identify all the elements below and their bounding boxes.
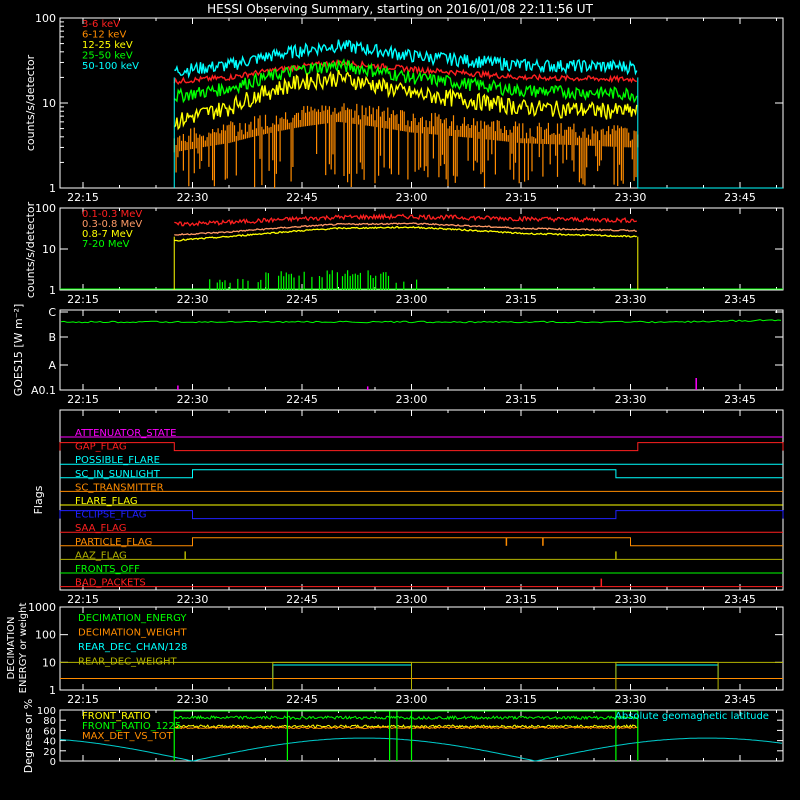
panel6-ytick-label: 40 bbox=[43, 737, 56, 748]
panel3-ytick-label: C bbox=[48, 306, 56, 319]
panel3-time-label: 23:45 bbox=[724, 393, 756, 406]
panel3-time-label: 22:15 bbox=[67, 393, 99, 406]
figure-title: HESSI Observing Summary, starting on 201… bbox=[207, 2, 593, 16]
panel6-ytick-label: 20 bbox=[43, 747, 56, 758]
panel6-ytick-label: 80 bbox=[43, 716, 56, 727]
panel1-ytick-label: 10 bbox=[42, 97, 56, 110]
panel6-legend-entry: MAX_DET_VS_TOT bbox=[82, 731, 174, 742]
panel2-time-label: 23:45 bbox=[724, 293, 756, 306]
panel1-ytick-label: 100 bbox=[35, 12, 56, 25]
panel3-ytick-label: B bbox=[48, 331, 56, 344]
panel3-time-label: 23:15 bbox=[505, 393, 537, 406]
panel5-time-label: 22:45 bbox=[286, 693, 318, 706]
panel5-legend-entry: DECIMATION_ENERGY bbox=[78, 613, 187, 624]
panel1-time-label: 22:45 bbox=[286, 191, 318, 204]
panel5-time-label: 23:30 bbox=[615, 693, 647, 706]
panel1-time-label: 23:00 bbox=[396, 191, 428, 204]
panel5-ylabel-line1: DECIMATION bbox=[6, 616, 17, 679]
panel2-time-label: 23:15 bbox=[505, 293, 537, 306]
panel2-ylabel: counts/s/detector bbox=[24, 201, 37, 298]
panel5-legend-entry: DECIMATION_WEIGHT bbox=[78, 628, 187, 639]
panel2-ytick-label: 1 bbox=[49, 284, 56, 297]
panel1-legend-entry: 6-12 keV bbox=[82, 30, 126, 41]
panel1-ylabel: counts/s/detector bbox=[24, 54, 37, 151]
panel6-ytick-label: 60 bbox=[43, 726, 56, 737]
flag-label: GAP_FLAG bbox=[75, 442, 127, 453]
panel5-ylabel-line2: ENERGY or weight bbox=[18, 603, 29, 694]
panel1-ytick-label: 1 bbox=[49, 182, 56, 195]
panel1-legend-entry: 12-25 keV bbox=[82, 40, 133, 51]
panel3-time-label: 23:00 bbox=[396, 393, 428, 406]
panel3-time-label: 23:30 bbox=[615, 393, 647, 406]
panel4-time-label: 23:45 bbox=[724, 593, 756, 606]
panel1-time-label: 22:30 bbox=[177, 191, 209, 204]
panel4-ylabel: Flags bbox=[32, 485, 45, 514]
panel5-time-label: 23:45 bbox=[724, 693, 756, 706]
panel5-ytick-label: 1000 bbox=[28, 601, 56, 614]
panel4-time-label: 23:00 bbox=[396, 593, 428, 606]
panel3-time-label: 22:30 bbox=[177, 393, 209, 406]
panel1-time-label: 23:15 bbox=[505, 191, 537, 204]
latitude-annotation: Absolute geomagnetic latitude bbox=[615, 711, 769, 722]
flag-label: ECLIPSE_FLAG bbox=[75, 510, 146, 521]
panel2-time-label: 22:30 bbox=[177, 293, 209, 306]
panel5-legend-entry: REAR_DEC_CHAN/128 bbox=[78, 642, 187, 653]
panel4-time-label: 22:45 bbox=[286, 593, 318, 606]
panel4-time-label: 23:15 bbox=[505, 593, 537, 606]
panel6-ytick-label: 100 bbox=[37, 706, 56, 717]
panel4-time-label: 22:30 bbox=[177, 593, 209, 606]
panel5-ytick-label: 1 bbox=[49, 684, 56, 697]
panel5-legend-entry: REAR_DEC_WEIGHT bbox=[78, 657, 177, 668]
panel6-ylabel: Degrees or % bbox=[22, 699, 35, 773]
panel2-time-label: 23:00 bbox=[396, 293, 428, 306]
panel1-time-label: 23:45 bbox=[724, 191, 756, 204]
panel4-time-label: 23:30 bbox=[615, 593, 647, 606]
panel2-time-label: 22:15 bbox=[67, 293, 99, 306]
panel5-ytick-label: 100 bbox=[35, 629, 56, 642]
panel3-ytick-label: A0.1 bbox=[31, 384, 56, 397]
panel3-ytick-label: A bbox=[48, 359, 56, 372]
panel2-ytick-label: 10 bbox=[42, 243, 56, 256]
panel4-time-label: 22:15 bbox=[67, 593, 99, 606]
panel3-time-label: 22:45 bbox=[286, 393, 318, 406]
panel1-legend-entry: 50-100 keV bbox=[82, 61, 139, 72]
panel2-legend-entry: 7-20 MeV bbox=[82, 239, 130, 250]
panel3-ylabel: GOES15 [W m⁻²] bbox=[12, 304, 25, 397]
panel5-time-label: 22:30 bbox=[177, 693, 209, 706]
panel1-time-label: 23:30 bbox=[615, 191, 647, 204]
panel5-time-label: 22:15 bbox=[67, 693, 99, 706]
panel1-legend-entry: 3-6 keV bbox=[82, 19, 120, 30]
panel2-time-label: 23:30 bbox=[615, 293, 647, 306]
panel5-time-label: 23:00 bbox=[396, 693, 428, 706]
panel1-legend-entry: 25-50 keV bbox=[82, 51, 133, 62]
panel5-time-label: 23:15 bbox=[505, 693, 537, 706]
panel2-time-label: 22:45 bbox=[286, 293, 318, 306]
hessi-summary-figure: HESSI Observing Summary, starting on 201… bbox=[0, 0, 800, 800]
panel5-ytick-label: 10 bbox=[42, 656, 56, 669]
panel6-ytick-label: 0 bbox=[50, 757, 56, 768]
panel2-ytick-label: 100 bbox=[35, 202, 56, 215]
panel1-time-label: 22:15 bbox=[67, 191, 99, 204]
